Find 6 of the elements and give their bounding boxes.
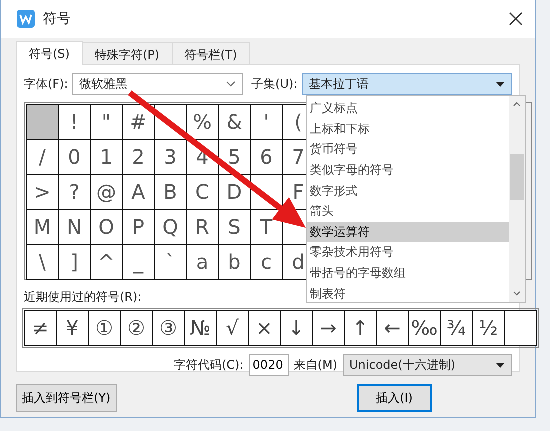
section-label: 近期使用过的符号(R): bbox=[24, 289, 142, 306]
field-label: 字符代码(C): bbox=[174, 357, 244, 374]
field-label: 子集(U): bbox=[252, 76, 298, 93]
field-label: 字体(F): bbox=[24, 76, 68, 93]
field-label: 来自(M) bbox=[294, 357, 338, 374]
window-title: 符号 bbox=[43, 10, 71, 28]
